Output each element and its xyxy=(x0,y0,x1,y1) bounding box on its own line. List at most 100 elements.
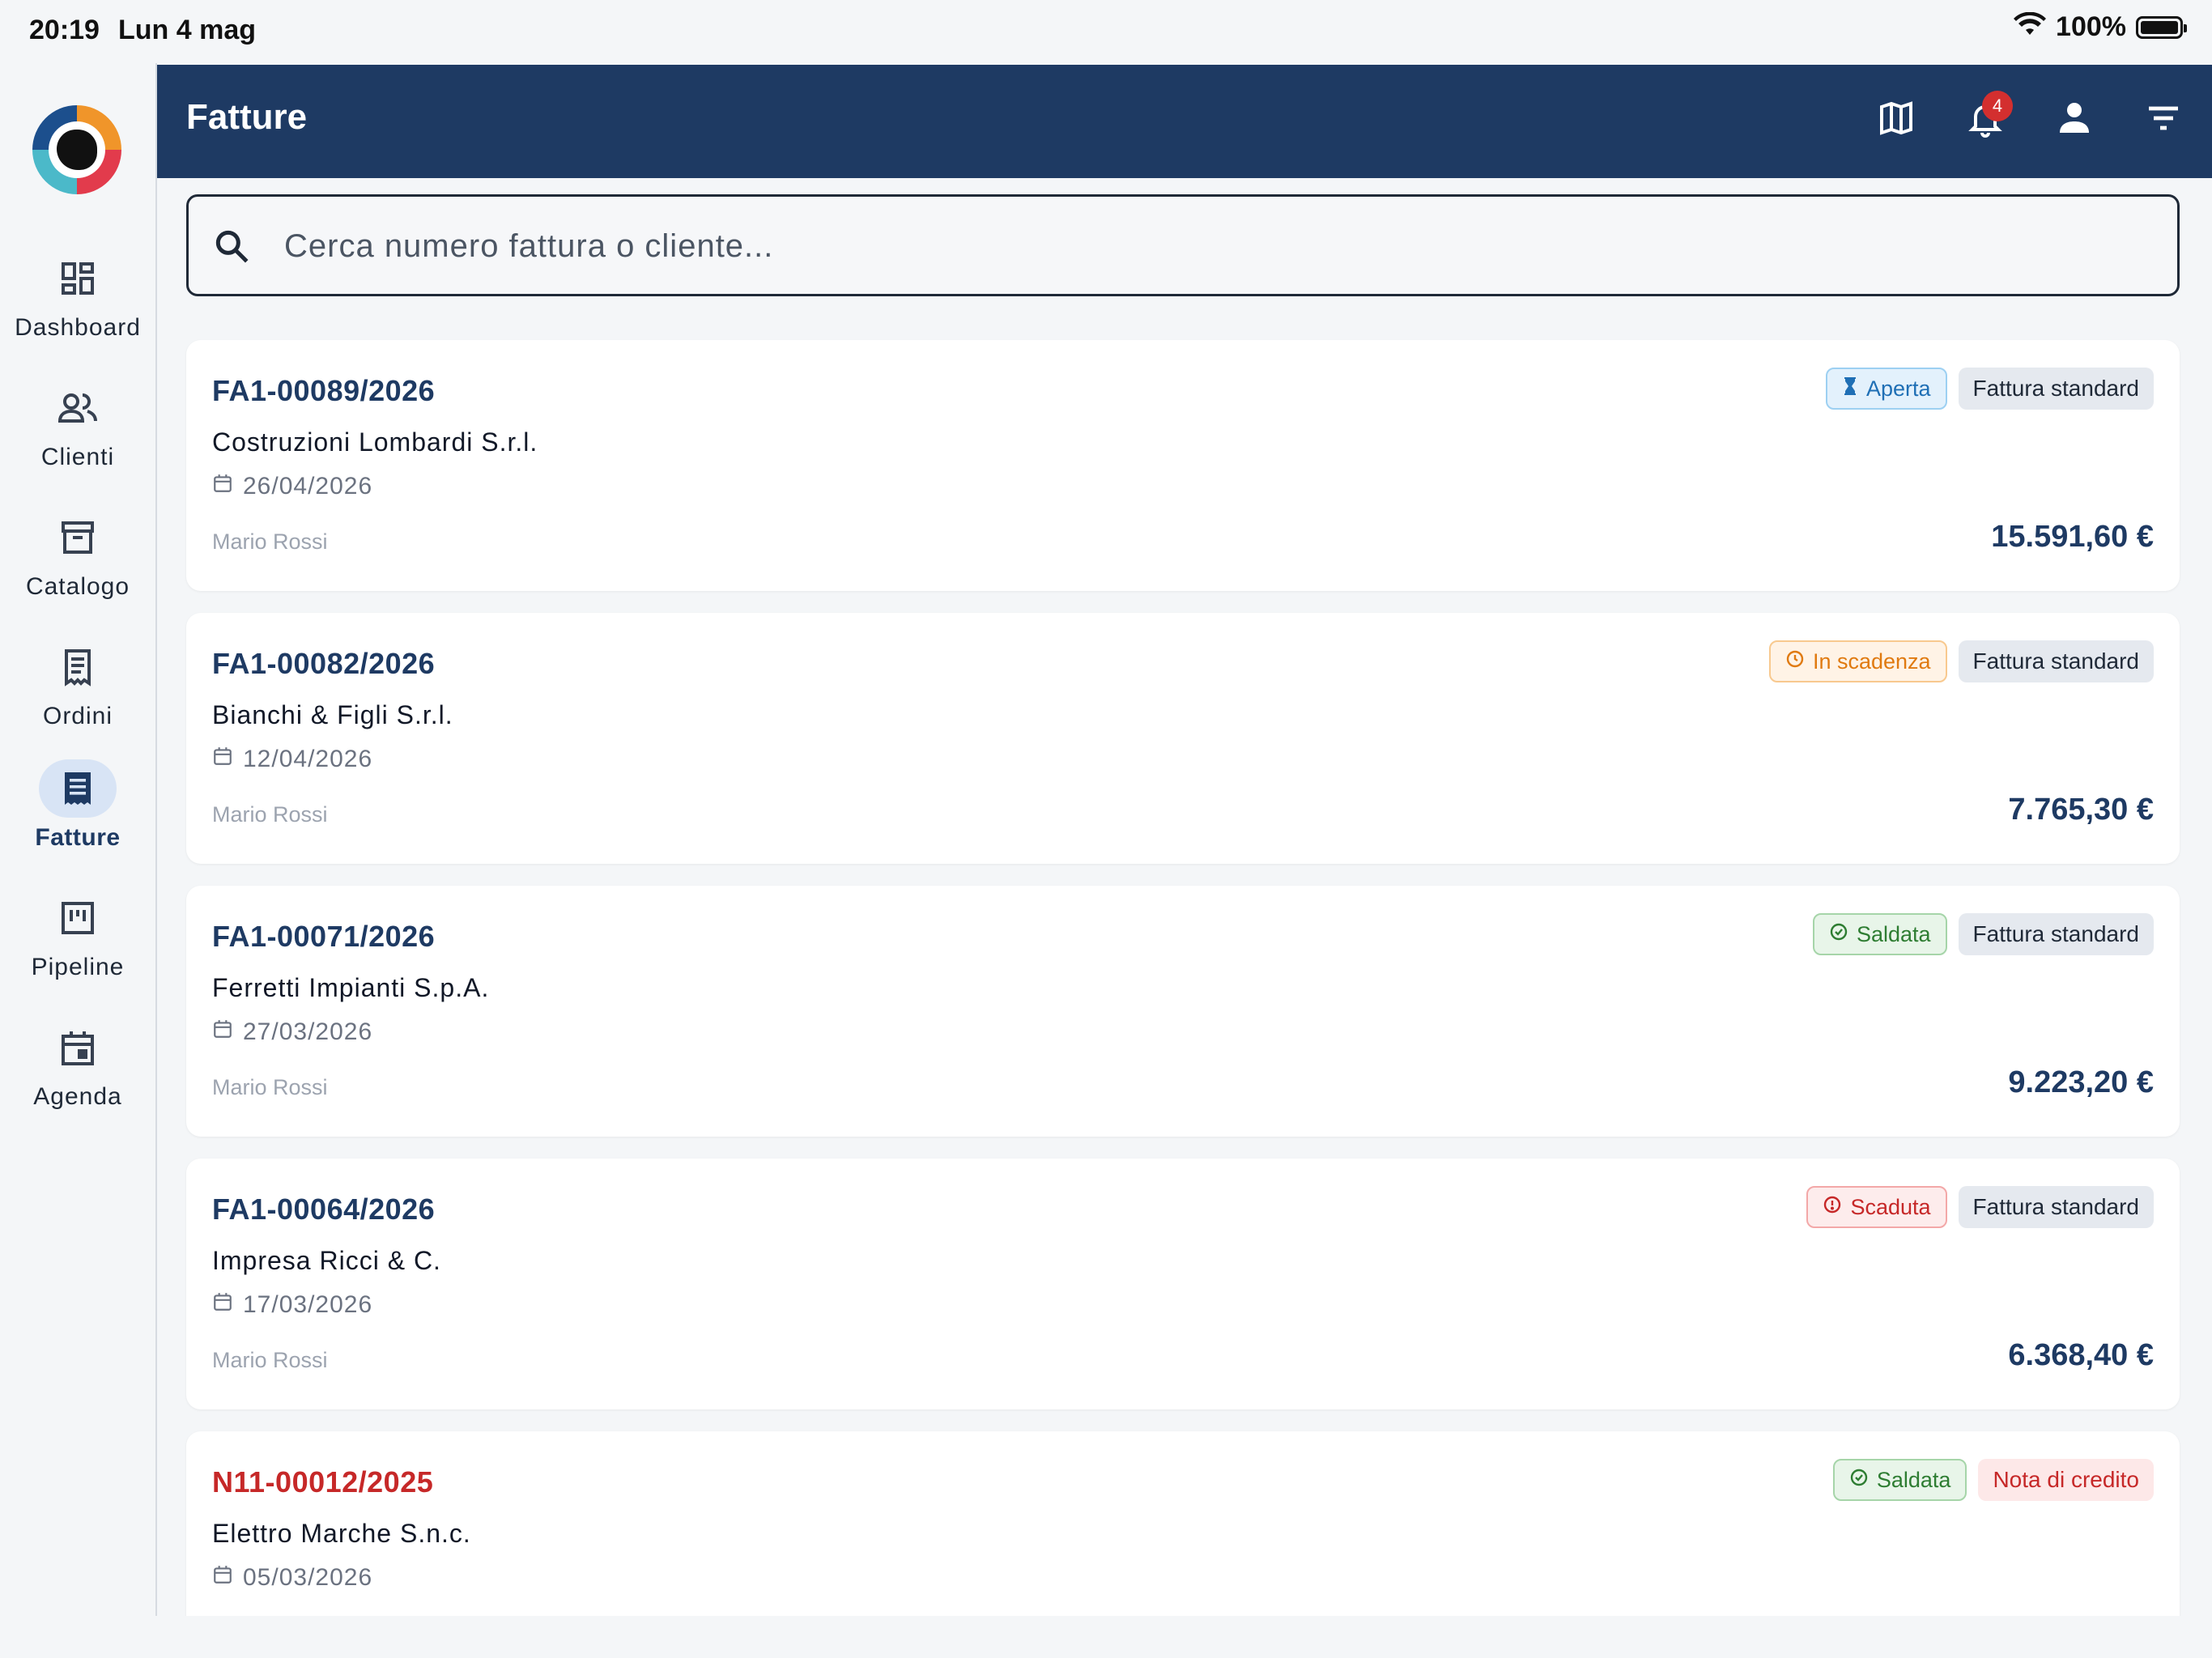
status-indicators: 100% xyxy=(2014,11,2187,43)
nav-item-catalogo[interactable]: Catalogo xyxy=(0,508,155,601)
type-badge: Fattura standard xyxy=(1958,1186,2154,1228)
invoice-date: 27/03/2026 xyxy=(212,1018,372,1046)
search-icon xyxy=(211,226,252,270)
check-circle-icon xyxy=(1829,922,1848,947)
nav-label: Fatture xyxy=(35,824,121,851)
search-section xyxy=(157,178,2212,322)
nav-item-ordini[interactable]: Ordini xyxy=(0,638,155,730)
status-badge-due: In scadenza xyxy=(1768,640,1947,682)
filter-icon xyxy=(2144,99,2183,142)
people-icon xyxy=(39,379,117,437)
nav-item-agenda[interactable]: Agenda xyxy=(0,1018,155,1111)
status-date: Lun 4 mag xyxy=(118,15,257,45)
agent-name: Mario Rossi xyxy=(212,529,328,554)
client-name: Impresa Ricci & C. xyxy=(212,1246,441,1275)
invoice-number: FA1-00071/2026 xyxy=(212,920,436,953)
status-label: Saldata xyxy=(1876,1467,1951,1492)
nav-label: Dashboard xyxy=(15,314,141,341)
invoice-card[interactable]: N11-00012/2025 Saldata Nota di credito E… xyxy=(186,1431,2180,1616)
status-badge-open: Aperta xyxy=(1825,368,1947,410)
notifications-button[interactable]: 4 xyxy=(1953,87,2018,152)
status-badge-overdue: Scaduta xyxy=(1806,1186,1947,1228)
status-badge-paid: Saldata xyxy=(1812,913,1947,955)
date-text: 26/04/2026 xyxy=(243,473,373,500)
client-name: Bianchi & Figli S.r.l. xyxy=(212,700,453,729)
nav-item-clienti[interactable]: Clienti xyxy=(0,379,155,471)
status-label: Scaduta xyxy=(1850,1194,1931,1219)
calendar-icon xyxy=(212,1291,233,1319)
invoice-list: FA1-00089/2026 Aperta Fattura standard C… xyxy=(157,322,2212,1616)
invoice-amount: 9.223,20 € xyxy=(2008,1065,2154,1099)
nav-item-dashboard[interactable]: Dashboard xyxy=(0,249,155,342)
invoice-date: 05/03/2026 xyxy=(212,1564,372,1592)
invoice-amount: 6.368,40 € xyxy=(2008,1338,2154,1372)
invoice-card[interactable]: FA1-00089/2026 Aperta Fattura standard C… xyxy=(186,340,2180,591)
wifi-icon xyxy=(2014,11,2047,42)
person-icon xyxy=(2055,99,2094,142)
pipeline-icon xyxy=(39,889,117,947)
navigation-rail: Dashboard Clienti Catalogo Ordini Fattur… xyxy=(0,63,157,1616)
invoice-icon xyxy=(39,759,117,818)
alert-circle-icon xyxy=(1823,1195,1842,1220)
search-box[interactable] xyxy=(186,194,2180,296)
date-text: 27/03/2026 xyxy=(243,1018,373,1045)
battery-icon xyxy=(2136,15,2187,39)
invoice-amount: 15.591,60 € xyxy=(1991,520,2154,554)
nav-item-fatture[interactable]: Fatture xyxy=(0,759,155,852)
bottom-strip xyxy=(0,1616,2212,1658)
agent-name: Mario Rossi xyxy=(212,802,328,827)
invoice-number: N11-00012/2025 xyxy=(212,1465,434,1499)
type-badge: Fattura standard xyxy=(1958,368,2154,410)
invoice-number: FA1-00089/2026 xyxy=(212,374,436,407)
invoice-number: FA1-00064/2026 xyxy=(212,1192,436,1226)
invoice-date: 26/04/2026 xyxy=(212,473,372,500)
status-time: 20:19 xyxy=(29,15,100,45)
map-button[interactable] xyxy=(1864,87,1929,152)
clock-icon xyxy=(1785,649,1805,674)
profile-button[interactable] xyxy=(2042,87,2107,152)
nav-label: Ordini xyxy=(42,703,113,729)
status-label: Aperta xyxy=(1865,376,1931,401)
page-title: Fatture xyxy=(186,97,308,137)
calendar-icon xyxy=(212,473,233,500)
top-app-bar: Fatture 4 xyxy=(157,65,2212,178)
invoice-card[interactable]: FA1-00064/2026 Scaduta Fattura standard … xyxy=(186,1158,2180,1409)
dashboard-icon xyxy=(39,249,117,308)
nav-label: Agenda xyxy=(33,1083,122,1110)
nav-label: Clienti xyxy=(40,444,115,470)
hourglass-icon xyxy=(1842,376,1858,402)
client-name: Elettro Marche S.n.c. xyxy=(212,1519,471,1548)
invoice-card[interactable]: FA1-00082/2026 In scadenza Fattura stand… xyxy=(186,613,2180,864)
invoice-amount: 7.765,30 € xyxy=(2008,793,2154,827)
map-icon xyxy=(1877,99,1916,142)
status-bar: 20:19 Lun 4 mag 100% xyxy=(0,0,2212,63)
client-name: Costruzioni Lombardi S.r.l. xyxy=(212,427,538,457)
nav-item-pipeline[interactable]: Pipeline xyxy=(0,889,155,981)
archive-icon xyxy=(39,508,117,567)
calendar-icon xyxy=(212,1564,233,1592)
app-logo xyxy=(32,105,121,194)
client-name: Ferretti Impianti S.p.A. xyxy=(212,973,490,1002)
status-label: Saldata xyxy=(1856,921,1931,946)
calendar-icon xyxy=(39,1018,117,1077)
invoice-date: 17/03/2026 xyxy=(212,1291,372,1319)
agent-name: Mario Rossi xyxy=(212,1348,328,1372)
type-badge: Fattura standard xyxy=(1958,640,2154,682)
search-input[interactable] xyxy=(283,197,2148,295)
date-text: 12/04/2026 xyxy=(243,746,373,772)
nav-label: Catalogo xyxy=(25,573,130,600)
nav-label: Pipeline xyxy=(31,954,125,980)
receipt-icon xyxy=(39,638,117,696)
battery-percent: 100% xyxy=(2056,11,2126,42)
date-text: 17/03/2026 xyxy=(243,1291,373,1318)
check-circle-icon xyxy=(1849,1468,1869,1493)
calendar-icon xyxy=(212,746,233,773)
filter-button[interactable] xyxy=(2131,87,2196,152)
invoice-number: FA1-00082/2026 xyxy=(212,647,436,680)
notification-badge: 4 xyxy=(1982,91,2013,121)
invoice-card[interactable]: FA1-00071/2026 Saldata Fattura standard … xyxy=(186,886,2180,1137)
calendar-icon xyxy=(212,1018,233,1046)
date-text: 05/03/2026 xyxy=(243,1564,373,1591)
agent-name: Mario Rossi xyxy=(212,1075,328,1099)
type-badge: Nota di credito xyxy=(1978,1459,2154,1501)
